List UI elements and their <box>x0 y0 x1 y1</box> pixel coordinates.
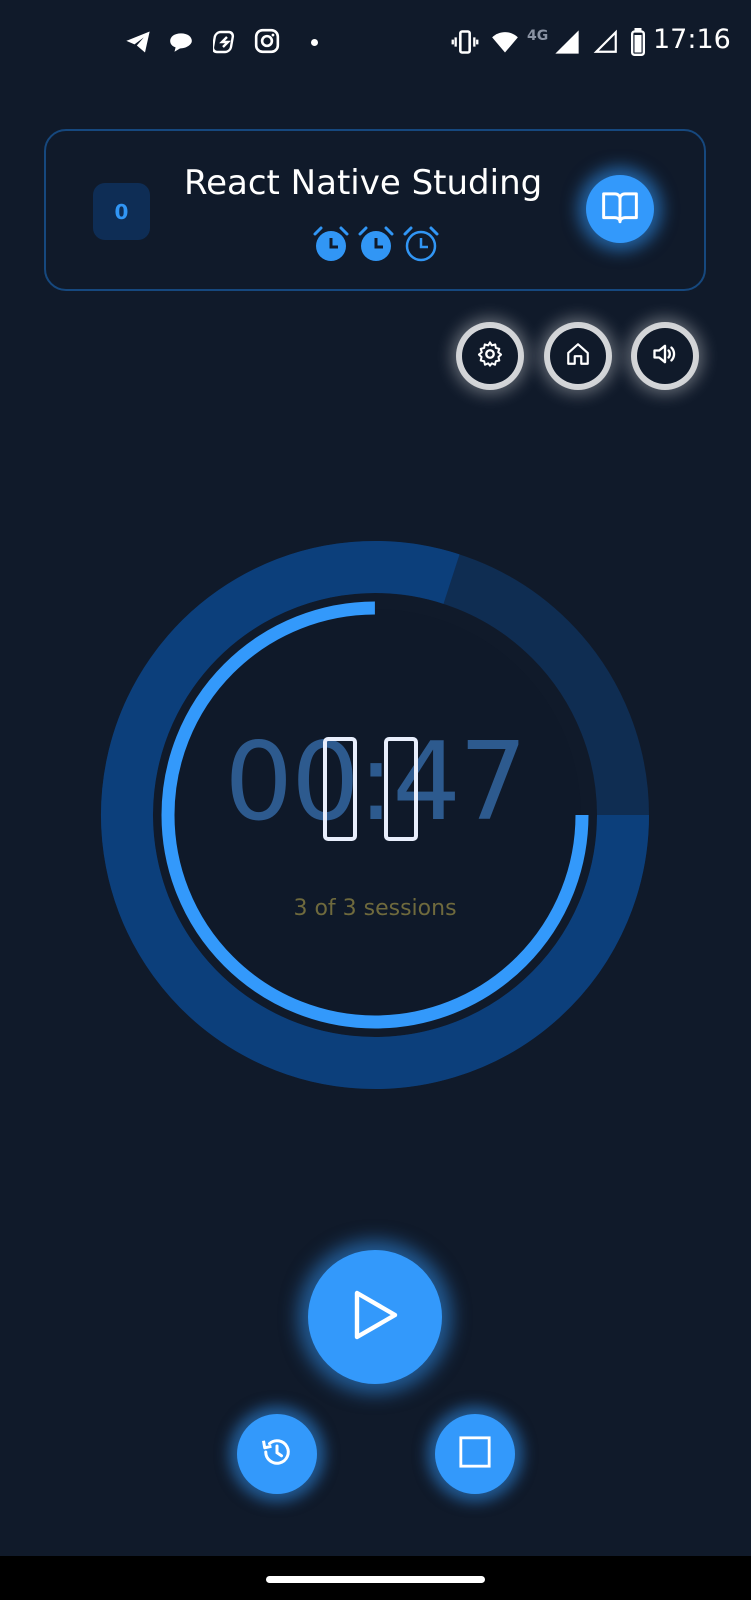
sound-button[interactable] <box>637 328 693 384</box>
settings-button[interactable] <box>462 328 518 384</box>
instagram-icon <box>254 28 280 54</box>
task-title: React Native Studing <box>184 163 543 203</box>
gear-icon <box>476 340 504 372</box>
clock: 17:16 <box>653 24 731 55</box>
timer-display: 00:47 <box>224 720 527 845</box>
signal-empty-icon <box>593 28 619 56</box>
battery-icon <box>630 28 646 56</box>
play-icon <box>349 1287 401 1347</box>
signal-icon <box>553 28 581 56</box>
alarm-indicators <box>311 225 441 263</box>
digit-placeholder <box>384 737 418 841</box>
network-type: 4G <box>527 28 549 44</box>
history-button[interactable] <box>237 1414 317 1494</box>
timer: 00:47 3 of 3 sessions <box>100 540 650 1090</box>
alarm-outline-icon <box>401 225 441 263</box>
wifi-icon <box>490 28 520 56</box>
home-gesture-handle[interactable] <box>266 1576 485 1583</box>
vibrate-icon <box>451 28 479 56</box>
telegram-icon <box>124 28 152 56</box>
home-icon <box>565 341 591 371</box>
status-bar: 4G 17:16 <box>0 0 751 90</box>
home-button[interactable] <box>550 328 606 384</box>
dot-icon <box>311 39 318 46</box>
sessions-label: 3 of 3 sessions <box>293 896 457 921</box>
digit-placeholder <box>323 737 357 841</box>
alarm-filled-icon <box>356 225 396 263</box>
shazam-icon <box>213 28 237 56</box>
alarm-filled-icon <box>311 225 351 263</box>
stop-icon <box>458 1435 492 1473</box>
task-count-badge: 0 <box>93 183 150 240</box>
chat-bubble-icon <box>168 28 194 56</box>
play-button[interactable] <box>308 1250 442 1384</box>
history-icon <box>259 1434 295 1474</box>
book-button[interactable] <box>586 175 654 243</box>
book-open-icon <box>600 189 640 229</box>
task-card: 0 React Native Studing <box>44 129 706 291</box>
stop-button[interactable] <box>435 1414 515 1494</box>
speaker-icon <box>651 340 679 372</box>
